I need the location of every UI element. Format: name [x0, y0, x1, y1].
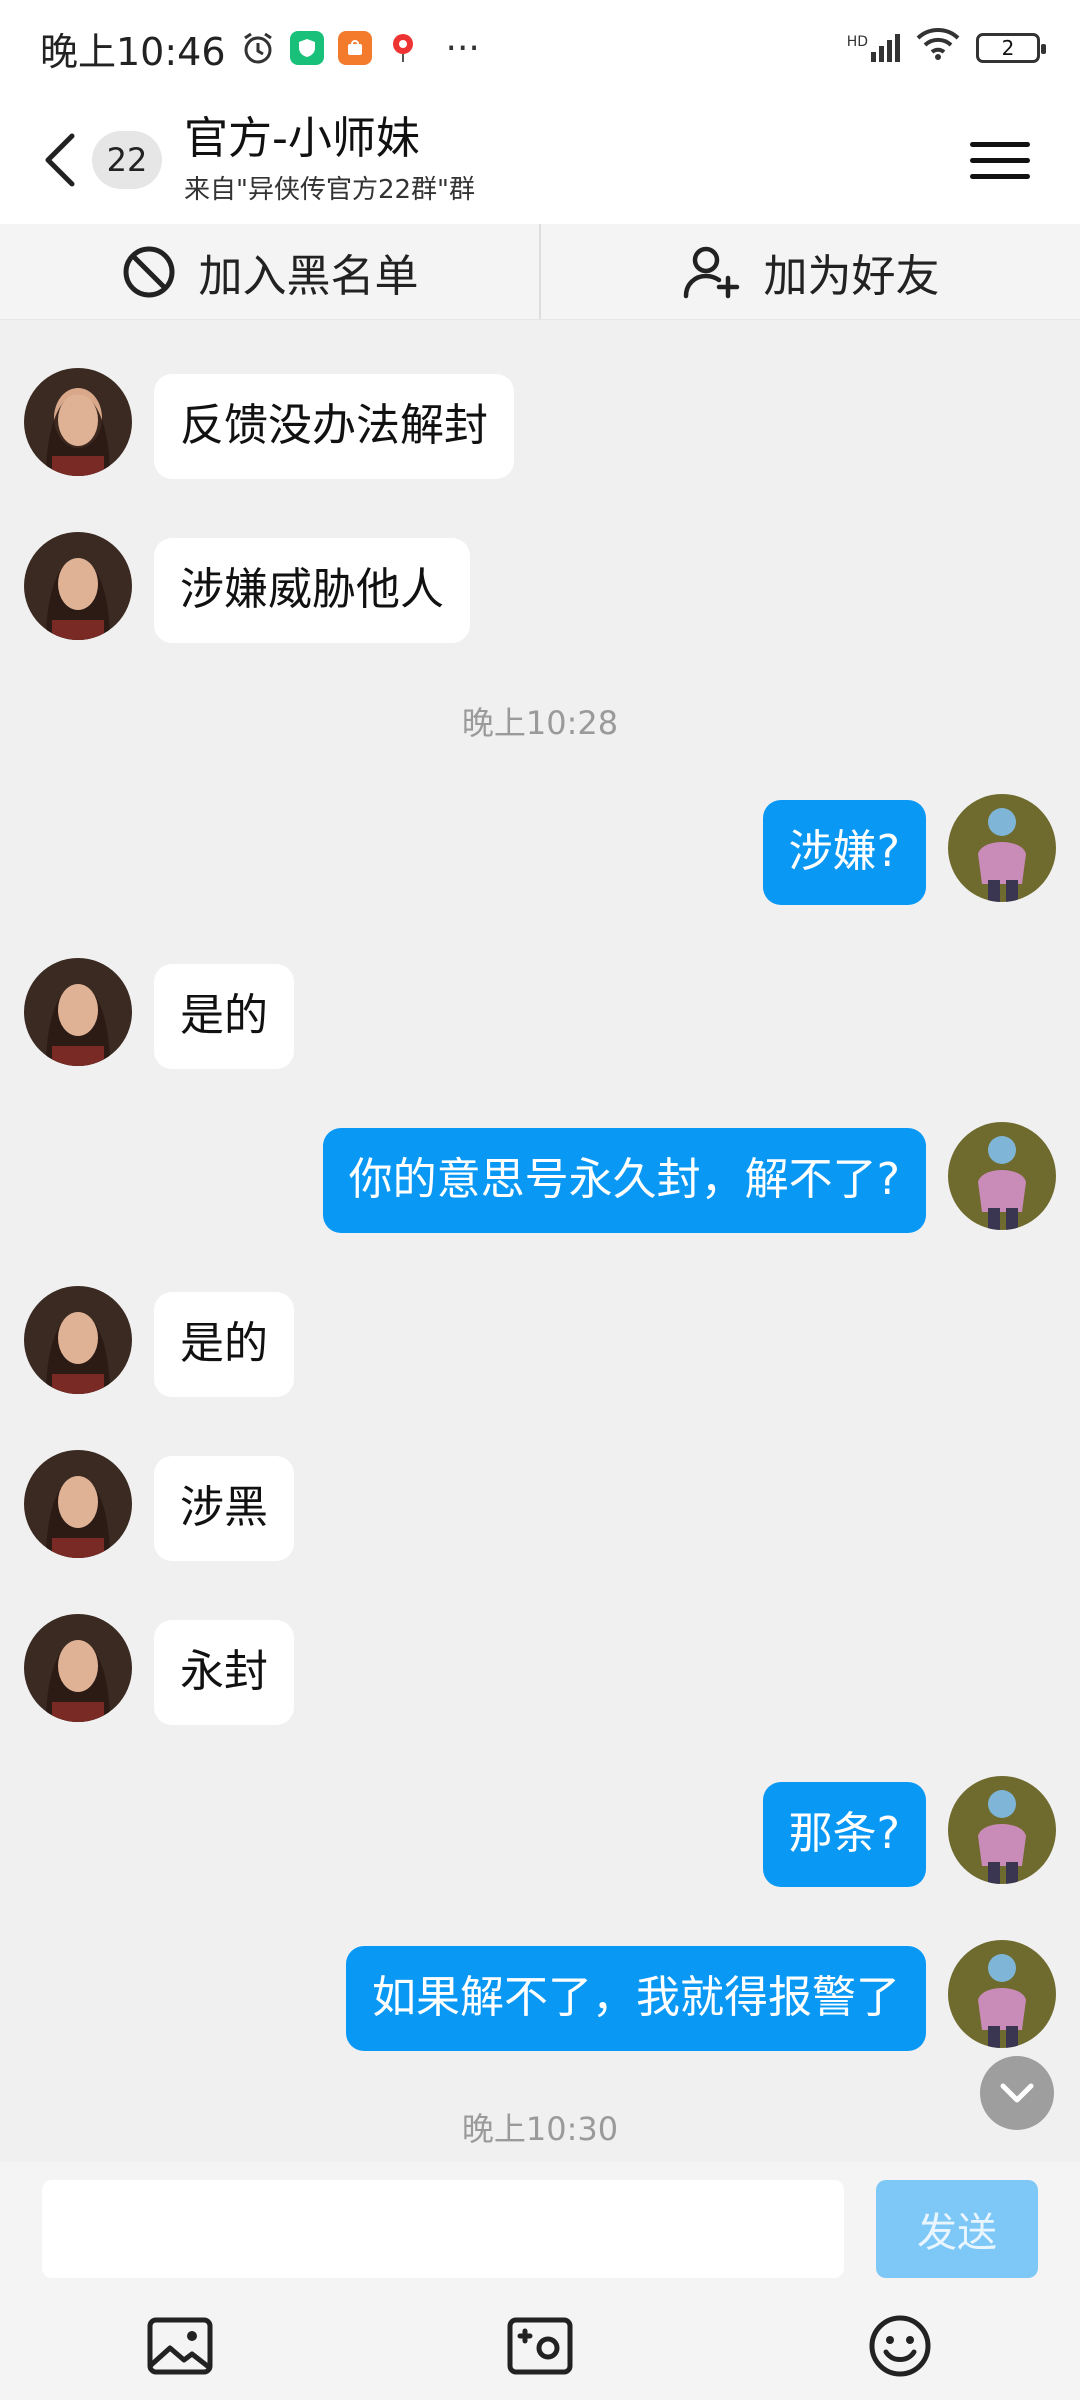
chat-header: 22 官方-小师妹 来自"异侠传官方22群"群 [0, 96, 1080, 224]
sent-message-bubble[interactable]: 如果解不了，我就得报警了 [346, 1946, 926, 2051]
message-row: 如果解不了，我就得报警了 [346, 1940, 1056, 2051]
status-time: 晚上10:46 [40, 29, 226, 74]
received-message-bubble[interactable]: 反馈没办法解封 [154, 374, 514, 479]
message-row: 是的 [24, 958, 294, 1069]
menu-button[interactable] [970, 130, 1030, 190]
battery-icon: 2 [976, 33, 1046, 63]
my-avatar[interactable] [948, 1122, 1056, 1230]
chat-subtitle: 来自"异侠传官方22群"群 [184, 174, 476, 205]
message-input[interactable] [42, 2180, 844, 2278]
add-user-icon [683, 246, 739, 298]
image-button[interactable] [144, 2310, 216, 2382]
received-message-bubble[interactable]: 是的 [154, 1292, 294, 1397]
contact-avatar[interactable] [24, 532, 132, 640]
my-avatar[interactable] [948, 1776, 1056, 1884]
contact-avatar[interactable] [24, 1286, 132, 1394]
message-row: 涉黑 [24, 1450, 294, 1561]
wifi-icon [916, 27, 960, 70]
contact-avatar[interactable] [24, 1614, 132, 1722]
camera-button[interactable] [504, 2310, 576, 2382]
menu-icon-line [970, 173, 1030, 179]
add-to-blacklist-label: 加入黑名单 [198, 250, 419, 302]
composer: 发送 [0, 2162, 1080, 2400]
sent-message-bubble[interactable]: 你的意思号永久封，解不了? [322, 1128, 926, 1233]
message-row: 反馈没办法解封 [24, 368, 514, 479]
message-timestamp: 晚上10:28 [461, 704, 619, 742]
contact-avatar[interactable] [24, 958, 132, 1066]
add-friend-label: 加为好友 [763, 250, 940, 302]
received-message-bubble[interactable]: 是的 [154, 964, 294, 1069]
add-to-blacklist-button[interactable]: 加入黑名单 [0, 224, 539, 319]
more-notifications-icon: ··· [445, 27, 480, 69]
contact-avatar[interactable] [24, 368, 132, 476]
received-message-bubble[interactable]: 涉嫌威胁他人 [154, 538, 470, 643]
contact-avatar[interactable] [24, 1450, 132, 1558]
chat-title-block: 官方-小师妹 来自"异侠传官方22群"群 [184, 114, 475, 206]
back-button[interactable] [24, 110, 96, 210]
mall-app-icon [337, 31, 372, 65]
scroll-to-bottom-button[interactable] [980, 2056, 1054, 2130]
message-row: 你的意思号永久封，解不了? [322, 1122, 1056, 1233]
chevron-left-icon [45, 133, 75, 187]
sent-message-bubble[interactable]: 那条? [762, 1782, 926, 1887]
menu-icon-line [970, 141, 1030, 147]
security-app-icon [289, 31, 324, 65]
add-friend-button[interactable]: 加为好友 [541, 224, 1080, 319]
emoji-button[interactable] [864, 2310, 936, 2382]
menu-icon-line [970, 157, 1030, 163]
contact-action-bar: 加入黑名单 加为好友 [0, 224, 1080, 320]
chevron-down-icon [1000, 2083, 1034, 2103]
message-row: 涉嫌威胁他人 [24, 532, 470, 643]
block-icon [123, 246, 174, 297]
emoji-icon [869, 2315, 931, 2377]
send-button[interactable]: 发送 [876, 2180, 1038, 2278]
message-row: 永封 [24, 1614, 294, 1725]
network-type-label: HD [846, 34, 868, 50]
chat-title: 官方-小师妹 [184, 113, 420, 165]
message-row: 是的 [24, 1286, 294, 1397]
image-icon [147, 2317, 213, 2375]
cellular-signal-icon: HD [847, 34, 900, 62]
my-avatar[interactable] [948, 794, 1056, 902]
message-timestamp: 晚上10:30 [461, 2110, 619, 2148]
unread-count-badge[interactable]: 22 [92, 131, 162, 189]
status-bar: 晚上10:46 ··· HD 2 [0, 0, 1080, 96]
alarm-icon [240, 30, 276, 66]
sent-message-bubble[interactable]: 涉嫌? [762, 800, 926, 905]
received-message-bubble[interactable]: 涉黑 [154, 1456, 294, 1561]
message-row: 那条? [762, 1776, 1056, 1887]
message-row: 涉嫌? [762, 794, 1056, 905]
map-pin-icon [386, 30, 420, 66]
my-avatar[interactable] [948, 1940, 1056, 2048]
camera-icon [507, 2317, 573, 2375]
message-list[interactable]: 反馈没办法解封 涉嫌威胁他人 晚上10:28 涉嫌? 是的 你的意思号永久封，解… [0, 320, 1080, 2162]
received-message-bubble[interactable]: 永封 [154, 1620, 294, 1725]
